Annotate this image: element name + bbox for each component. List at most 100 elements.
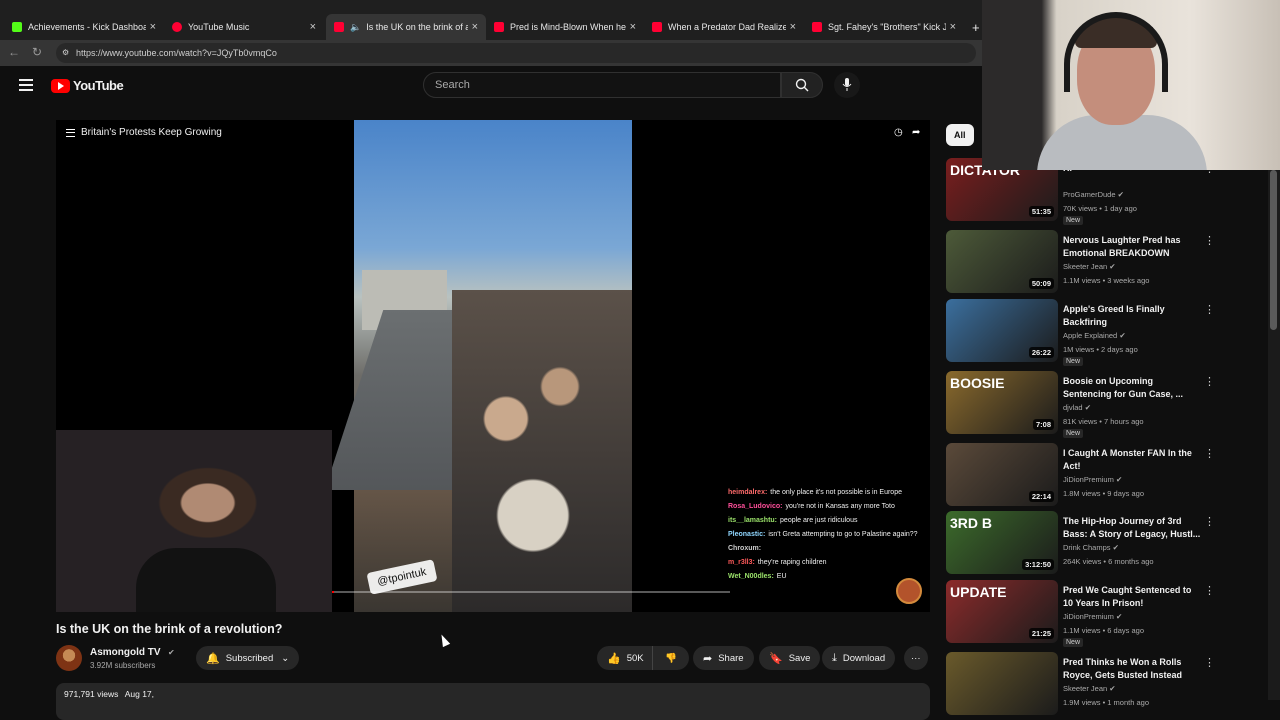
video-thumbnail[interactable] — [946, 652, 1058, 715]
recommended-title[interactable]: The Hip-Hop Journey of 3rd Bass: A Story… — [1063, 515, 1203, 541]
video-thumbnail[interactable]: 50:09 — [946, 230, 1058, 293]
download-label: Download — [842, 652, 886, 664]
more-vertical-icon[interactable]: ⋮ — [1204, 656, 1215, 669]
close-tab-icon[interactable]: × — [950, 21, 956, 33]
more-vertical-icon[interactable]: ⋮ — [1204, 447, 1215, 460]
search-icon — [795, 78, 809, 92]
recommended-title[interactable]: Apple's Greed Is Finally Backfiring — [1063, 303, 1203, 329]
chat-message: Rosa_Ludovico: you're not in Kansas any m… — [728, 500, 928, 514]
close-tab-icon[interactable]: × — [630, 21, 636, 33]
chat-username: Rosa_Ludovico: — [728, 503, 783, 510]
share-button[interactable]: ➦ Share — [693, 646, 754, 670]
like-button[interactable]: 👍 50K — [597, 646, 652, 670]
streamer-webcam-overlay — [56, 430, 332, 612]
menu-icon[interactable] — [19, 79, 33, 91]
description-box[interactable]: 971,791 views Aug 17, — [56, 683, 930, 720]
player-title-bar[interactable]: Britain's Protests Keep Growing — [66, 127, 222, 138]
close-tab-icon[interactable]: × — [472, 21, 478, 33]
browser-tab-bar: Achievements - Kick Dashboard × YouTube … — [0, 0, 985, 40]
voice-search-button[interactable] — [834, 72, 860, 98]
recommended-channel[interactable]: djvlad ✔ — [1063, 403, 1091, 412]
reload-icon[interactable]: ↻ — [32, 45, 42, 59]
recommended-channel[interactable]: Drink Champs ✔ — [1063, 543, 1119, 552]
browser-tab-active[interactable]: 🔈 Is the UK on the brink of a re × — [326, 14, 486, 40]
recommended-channel[interactable]: Skeeter Jean ✔ — [1063, 684, 1116, 693]
more-vertical-icon[interactable]: ⋮ — [1204, 515, 1215, 528]
channel-avatar[interactable] — [56, 645, 82, 671]
recommended-video[interactable]: 3RD B 3:12:50 The Hip-Hop Journey of 3rd B… — [946, 511, 1266, 575]
speaker-icon[interactable]: 🔈 — [350, 22, 361, 33]
recommended-video[interactable]: Pred Thinks he Won a Rolls Royce, Gets B… — [946, 652, 1266, 716]
chip-all[interactable]: All — [946, 124, 974, 146]
watch-later-icon[interactable]: ◷ — [894, 127, 903, 138]
recommended-title[interactable]: Pred Thinks he Won a Rolls Royce, Gets B… — [1063, 656, 1203, 682]
tab-title: When a Predator Dad Realizes H — [668, 22, 786, 32]
video-thumbnail[interactable]: 3RD B 3:12:50 — [946, 511, 1058, 574]
new-badge: New — [1063, 429, 1084, 438]
recommended-video[interactable]: UPDATE 21:25 Pred We Caught Sentenced to 1… — [946, 580, 1266, 647]
recommended-title[interactable]: Nervous Laughter Pred has Emotional BREA… — [1063, 234, 1203, 260]
video-thumbnail[interactable]: BOOSIE 7:08 — [946, 371, 1058, 434]
download-button[interactable]: ⤓ Download — [822, 646, 896, 670]
channel-text: Apple Explained — [1063, 331, 1118, 340]
chat-text: they're raping children — [757, 559, 827, 566]
youtube-play-logo-icon — [51, 78, 70, 93]
share-arrow-icon[interactable]: ➦ — [912, 127, 920, 138]
chat-username: its__lamashtu: — [728, 517, 778, 524]
recommended-title[interactable]: Pred We Caught Sentenced to 10 Years In … — [1063, 584, 1203, 610]
search-button[interactable] — [781, 72, 823, 98]
more-actions-button[interactable]: ··· — [904, 646, 928, 670]
recommended-video[interactable]: 22:14 I Caught A Monster FAN In the Act! J… — [946, 443, 1266, 507]
close-tab-icon[interactable]: × — [150, 21, 156, 33]
recommended-channel[interactable]: Skeeter Jean ✔ — [1063, 262, 1116, 271]
dislike-button[interactable]: 👎 — [652, 646, 689, 670]
search-input[interactable]: Search — [423, 72, 781, 98]
recommended-channel[interactable]: ProGamerDude ✔ — [1063, 190, 1124, 199]
recommended-title[interactable]: I Caught A Monster FAN In the Act! — [1063, 447, 1203, 473]
more-vertical-icon[interactable]: ⋮ — [1204, 584, 1215, 597]
video-player[interactable]: @tpointuk Britain's Protests Keep Growin… — [56, 120, 930, 612]
recommended-channel[interactable]: JiDionPremium ✔ — [1063, 612, 1122, 621]
video-thumbnail[interactable]: UPDATE 21:25 — [946, 580, 1058, 643]
more-vertical-icon[interactable]: ⋮ — [1204, 303, 1215, 316]
duration-badge: 50:09 — [1028, 278, 1054, 289]
more-vertical-icon[interactable]: ⋮ — [1204, 375, 1215, 388]
close-tab-icon[interactable]: × — [790, 21, 796, 33]
recommended-video[interactable]: BOOSIE 7:08 Boosie on Upcoming Sentencing … — [946, 371, 1266, 438]
recommended-channel[interactable]: Apple Explained ✔ — [1063, 331, 1126, 340]
address-bar[interactable]: ⚙ https://www.youtube.com/watch?v=JQyTb0… — [56, 43, 976, 63]
close-tab-icon[interactable]: × — [310, 21, 316, 33]
channel-name[interactable]: Asmongold TV — [90, 647, 161, 658]
site-info-icon[interactable]: ⚙ — [62, 43, 69, 63]
new-tab-button[interactable]: + — [964, 14, 984, 40]
chat-username: Chroxum: — [728, 545, 762, 552]
browser-tab-kick[interactable]: Achievements - Kick Dashboard × — [4, 14, 164, 40]
youtube-logo[interactable]: YouTube — [51, 78, 124, 93]
scrollbar[interactable] — [1268, 170, 1280, 700]
recommended-channel[interactable]: JiDionPremium ✔ — [1063, 475, 1122, 484]
back-icon[interactable]: ← — [8, 45, 20, 59]
recommended-title[interactable]: Boosie on Upcoming Sentencing for Gun Ca… — [1063, 375, 1203, 401]
progress-bar[interactable] — [332, 591, 730, 593]
browser-tab-sgt-fahey[interactable]: Sgt. Fahey's "Brothers" Kick Journ × — [804, 14, 964, 40]
subscribed-button[interactable]: 🔔 Subscribed ⌄ — [196, 646, 300, 670]
new-badge: New — [1063, 216, 1084, 225]
recommended-video[interactable]: 26:22 Apple's Greed Is Finally Backfiring… — [946, 299, 1266, 366]
save-button[interactable]: 🔖 Save — [759, 646, 821, 670]
browser-tab-pred[interactable]: Pred is Mind-Blown When he Rea × — [486, 14, 644, 40]
thumbs-up-icon: 👍 — [607, 652, 621, 665]
browser-tab-predator-dad[interactable]: When a Predator Dad Realizes H × — [644, 14, 804, 40]
verified-check-icon: ✔ — [1115, 612, 1123, 621]
chat-username: Pleonastic: — [728, 531, 766, 538]
youtube-header: YouTube Search — [0, 66, 985, 106]
browser-tab-youtube-music[interactable]: YouTube Music × — [164, 14, 324, 40]
chat-text: the only place it's not possible is in E… — [770, 489, 902, 496]
video-thumbnail[interactable]: 22:14 — [946, 443, 1058, 506]
recommended-video[interactable]: 50:09 Nervous Laughter Pred has Emotional… — [946, 230, 1266, 294]
more-vertical-icon[interactable]: ⋮ — [1204, 234, 1215, 247]
view-count: 971,791 views — [64, 689, 119, 699]
scrollbar-thumb[interactable] — [1270, 170, 1277, 330]
player-title: Britain's Protests Keep Growing — [81, 127, 222, 138]
video-thumbnail[interactable]: 26:22 — [946, 299, 1058, 362]
crowd-shape — [452, 290, 632, 612]
